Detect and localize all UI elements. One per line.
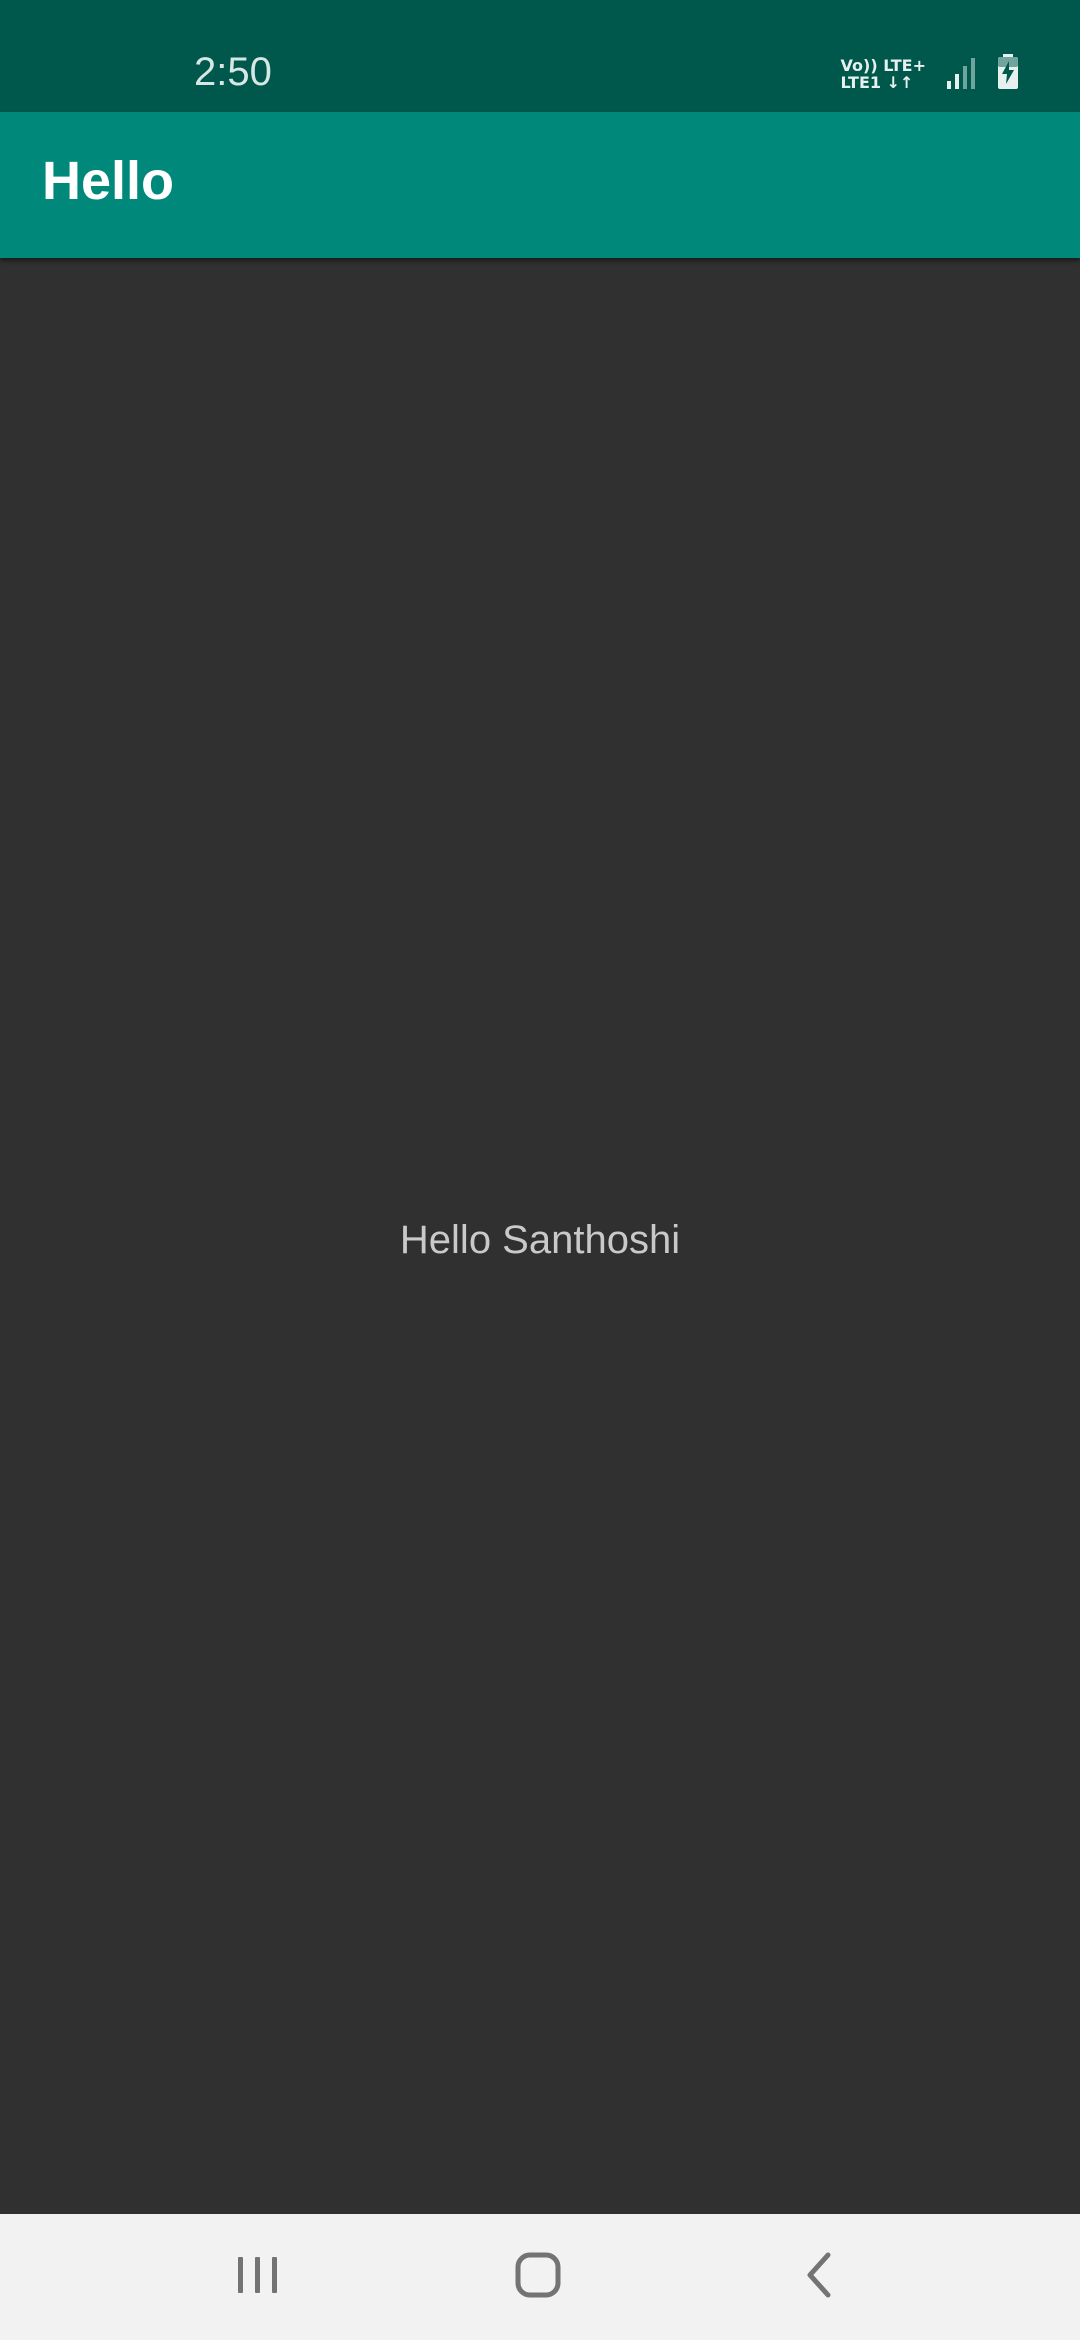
volte-line-1: Vo)) LTE+	[840, 56, 927, 75]
home-icon	[514, 2251, 562, 2304]
back-button[interactable]	[780, 2242, 860, 2312]
recents-icon	[236, 2255, 280, 2300]
status-bar: 2:50 Vo)) LTE+ LTE1 ↓↑	[0, 0, 1080, 112]
volte-line-2: LTE1 ↓↑	[840, 73, 914, 92]
back-icon	[802, 2251, 838, 2304]
signal-icon	[946, 55, 976, 94]
navigation-bar	[0, 2214, 1080, 2340]
app-title: Hello	[42, 151, 175, 211]
home-button[interactable]	[498, 2242, 578, 2312]
status-time: 2:50	[194, 50, 272, 94]
recents-button[interactable]	[218, 2242, 298, 2312]
battery-charging-icon	[996, 53, 1020, 95]
greeting-text: Hello Santhoshi	[399, 1218, 681, 1262]
main-content: Hello Santhoshi	[0, 258, 1080, 2214]
app-bar: Hello	[0, 112, 1080, 258]
status-icons: Vo)) LTE+ LTE1 ↓↑	[841, 53, 1021, 95]
volte-lte-icon: Vo)) LTE+ LTE1 ↓↑	[841, 57, 927, 91]
